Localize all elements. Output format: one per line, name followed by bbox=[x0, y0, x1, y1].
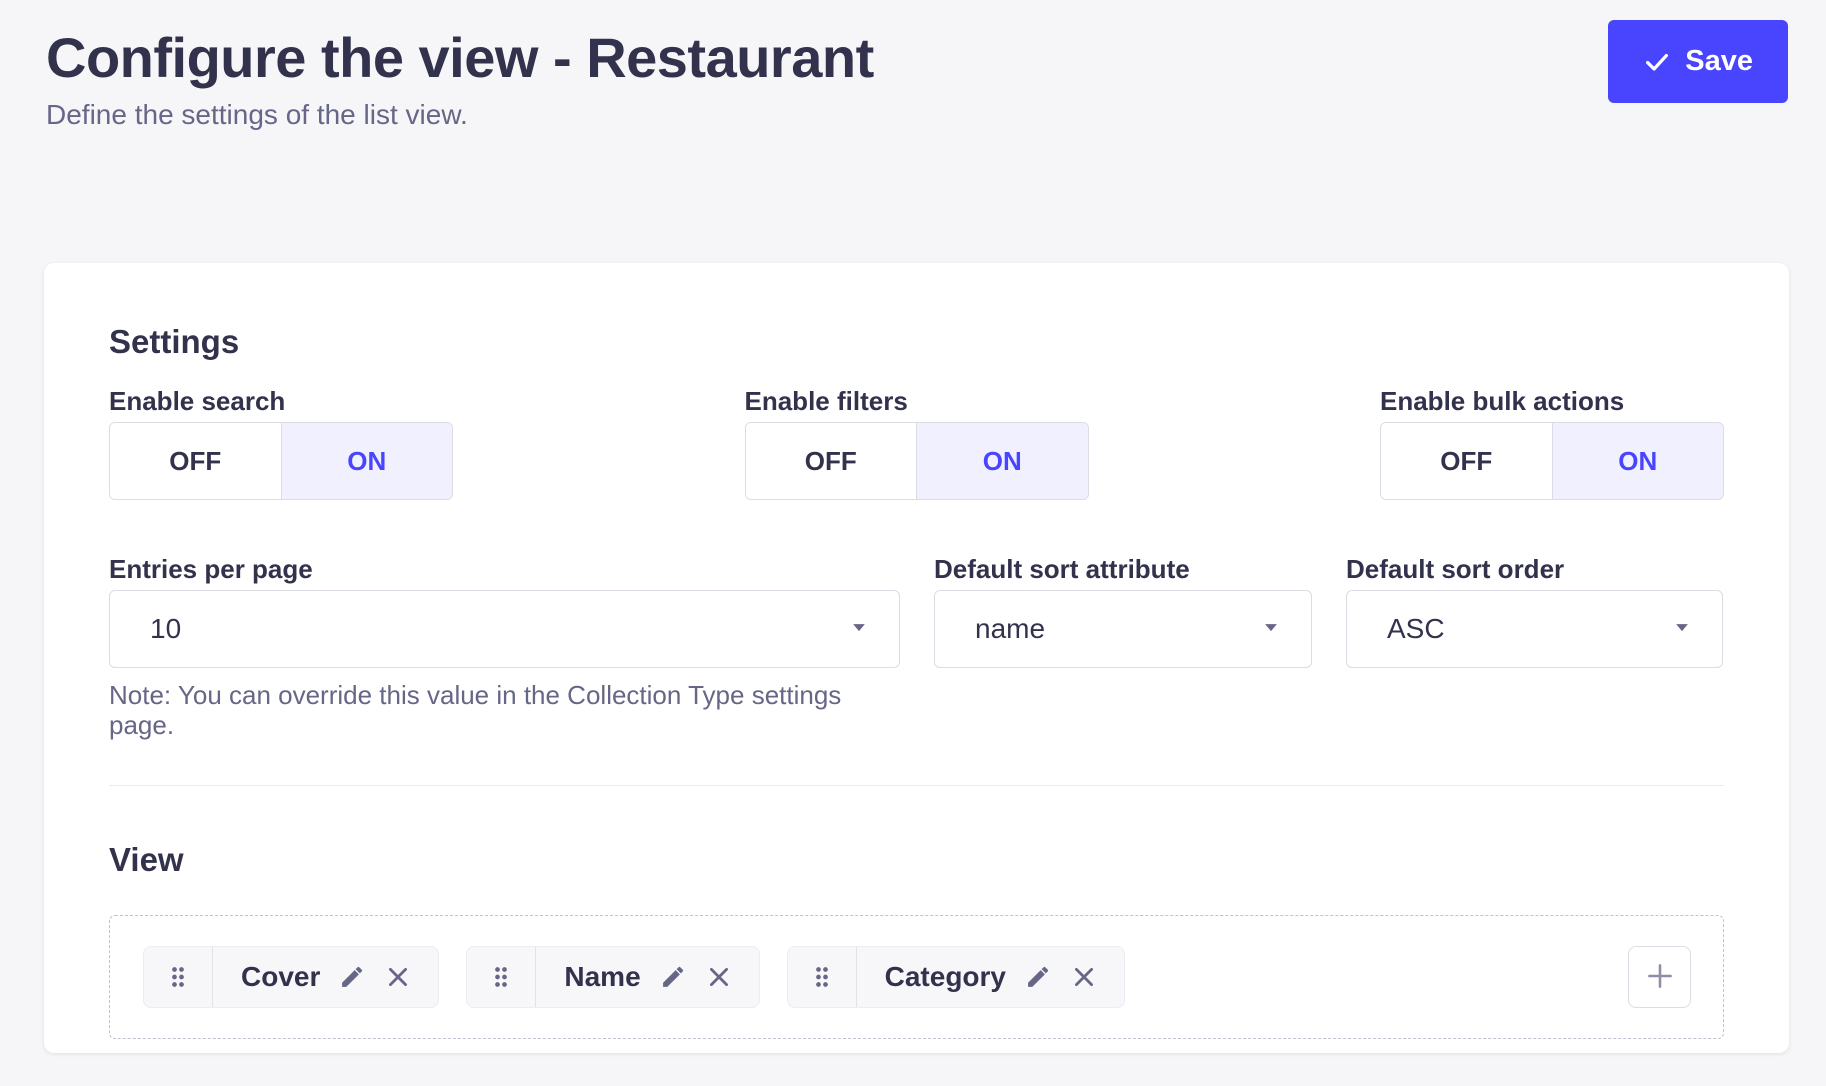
enable-filters-toggle: OFF ON bbox=[745, 422, 1089, 500]
chevron-down-icon bbox=[1672, 617, 1692, 642]
default-sort-attribute-value: name bbox=[975, 613, 1045, 645]
entries-per-page-value: 10 bbox=[150, 613, 181, 645]
entries-per-page-field: Entries per page 10 Note: You can overri… bbox=[109, 556, 900, 740]
enable-bulk-actions-toggle: OFF ON bbox=[1380, 422, 1724, 500]
chevron-down-icon bbox=[1261, 617, 1281, 642]
enable-filters-field: Enable filters OFF ON bbox=[745, 388, 1089, 500]
remove-x-icon[interactable] bbox=[384, 963, 412, 991]
enable-search-field: Enable search OFF ON bbox=[109, 388, 453, 500]
remove-x-icon[interactable] bbox=[705, 963, 733, 991]
save-button-label: Save bbox=[1685, 45, 1753, 78]
settings-card: Settings Enable search OFF ON Enable fil… bbox=[44, 263, 1789, 1053]
field-chip-body: Category bbox=[857, 947, 1124, 1007]
edit-pencil-icon[interactable] bbox=[659, 963, 687, 991]
enable-search-off-option[interactable]: OFF bbox=[110, 423, 281, 499]
field-chips: Cover bbox=[143, 946, 1125, 1008]
add-field-button[interactable] bbox=[1628, 946, 1691, 1008]
field-chip-cover: Cover bbox=[143, 946, 439, 1008]
enable-search-label: Enable search bbox=[109, 388, 453, 414]
field-chip-label: Name bbox=[564, 961, 640, 993]
field-layout-dropzone: Cover bbox=[109, 915, 1724, 1039]
default-sort-order-field: Default sort order ASC bbox=[1346, 556, 1723, 740]
view-section-title: View bbox=[109, 843, 1724, 877]
chevron-down-icon bbox=[849, 617, 869, 642]
enable-filters-on-option[interactable]: ON bbox=[916, 423, 1088, 499]
enable-search-toggle: OFF ON bbox=[109, 422, 453, 500]
drag-handle-icon[interactable] bbox=[144, 947, 213, 1007]
field-chip-body: Name bbox=[536, 947, 758, 1007]
enable-bulk-actions-off-option[interactable]: OFF bbox=[1381, 423, 1552, 499]
enable-bulk-actions-on-option[interactable]: ON bbox=[1552, 423, 1724, 499]
settings-section-title: Settings bbox=[109, 325, 1724, 359]
toggles-row: Enable search OFF ON Enable filters OFF … bbox=[109, 388, 1724, 500]
enable-bulk-actions-label: Enable bulk actions bbox=[1380, 388, 1724, 414]
field-chip-label: Cover bbox=[241, 961, 320, 993]
default-sort-attribute-field: Default sort attribute name bbox=[934, 556, 1312, 740]
entries-per-page-note: Note: You can override this value in the… bbox=[109, 680, 900, 740]
save-button[interactable]: Save bbox=[1608, 20, 1788, 103]
edit-pencil-icon[interactable] bbox=[338, 963, 366, 991]
enable-filters-off-option[interactable]: OFF bbox=[746, 423, 917, 499]
drag-handle-icon[interactable] bbox=[467, 947, 536, 1007]
default-sort-attribute-select[interactable]: name bbox=[934, 590, 1312, 668]
page-subtitle: Define the settings of the list view. bbox=[0, 98, 1826, 132]
entries-per-page-select[interactable]: 10 bbox=[109, 590, 900, 668]
enable-filters-label: Enable filters bbox=[745, 388, 1089, 414]
plus-icon bbox=[1643, 959, 1677, 996]
check-icon bbox=[1643, 48, 1671, 76]
edit-pencil-icon[interactable] bbox=[1024, 963, 1052, 991]
default-sort-attribute-label: Default sort attribute bbox=[934, 556, 1312, 582]
field-chip-name: Name bbox=[466, 946, 759, 1008]
section-divider bbox=[109, 785, 1724, 786]
page-title: Configure the view - Restaurant bbox=[0, 0, 1826, 90]
default-sort-order-select[interactable]: ASC bbox=[1346, 590, 1723, 668]
enable-search-on-option[interactable]: ON bbox=[281, 423, 453, 499]
field-chip-category: Category bbox=[787, 946, 1125, 1008]
drag-handle-icon[interactable] bbox=[788, 947, 857, 1007]
remove-x-icon[interactable] bbox=[1070, 963, 1098, 991]
entries-per-page-label: Entries per page bbox=[109, 556, 900, 582]
default-sort-order-value: ASC bbox=[1387, 613, 1445, 645]
configure-view-page: Configure the view - Restaurant Define t… bbox=[0, 0, 1826, 1086]
enable-bulk-actions-field: Enable bulk actions OFF ON bbox=[1380, 388, 1724, 500]
default-sort-order-label: Default sort order bbox=[1346, 556, 1723, 582]
selects-row: Entries per page 10 Note: You can overri… bbox=[109, 556, 1724, 740]
field-chip-label: Category bbox=[885, 961, 1006, 993]
field-chip-body: Cover bbox=[213, 947, 438, 1007]
